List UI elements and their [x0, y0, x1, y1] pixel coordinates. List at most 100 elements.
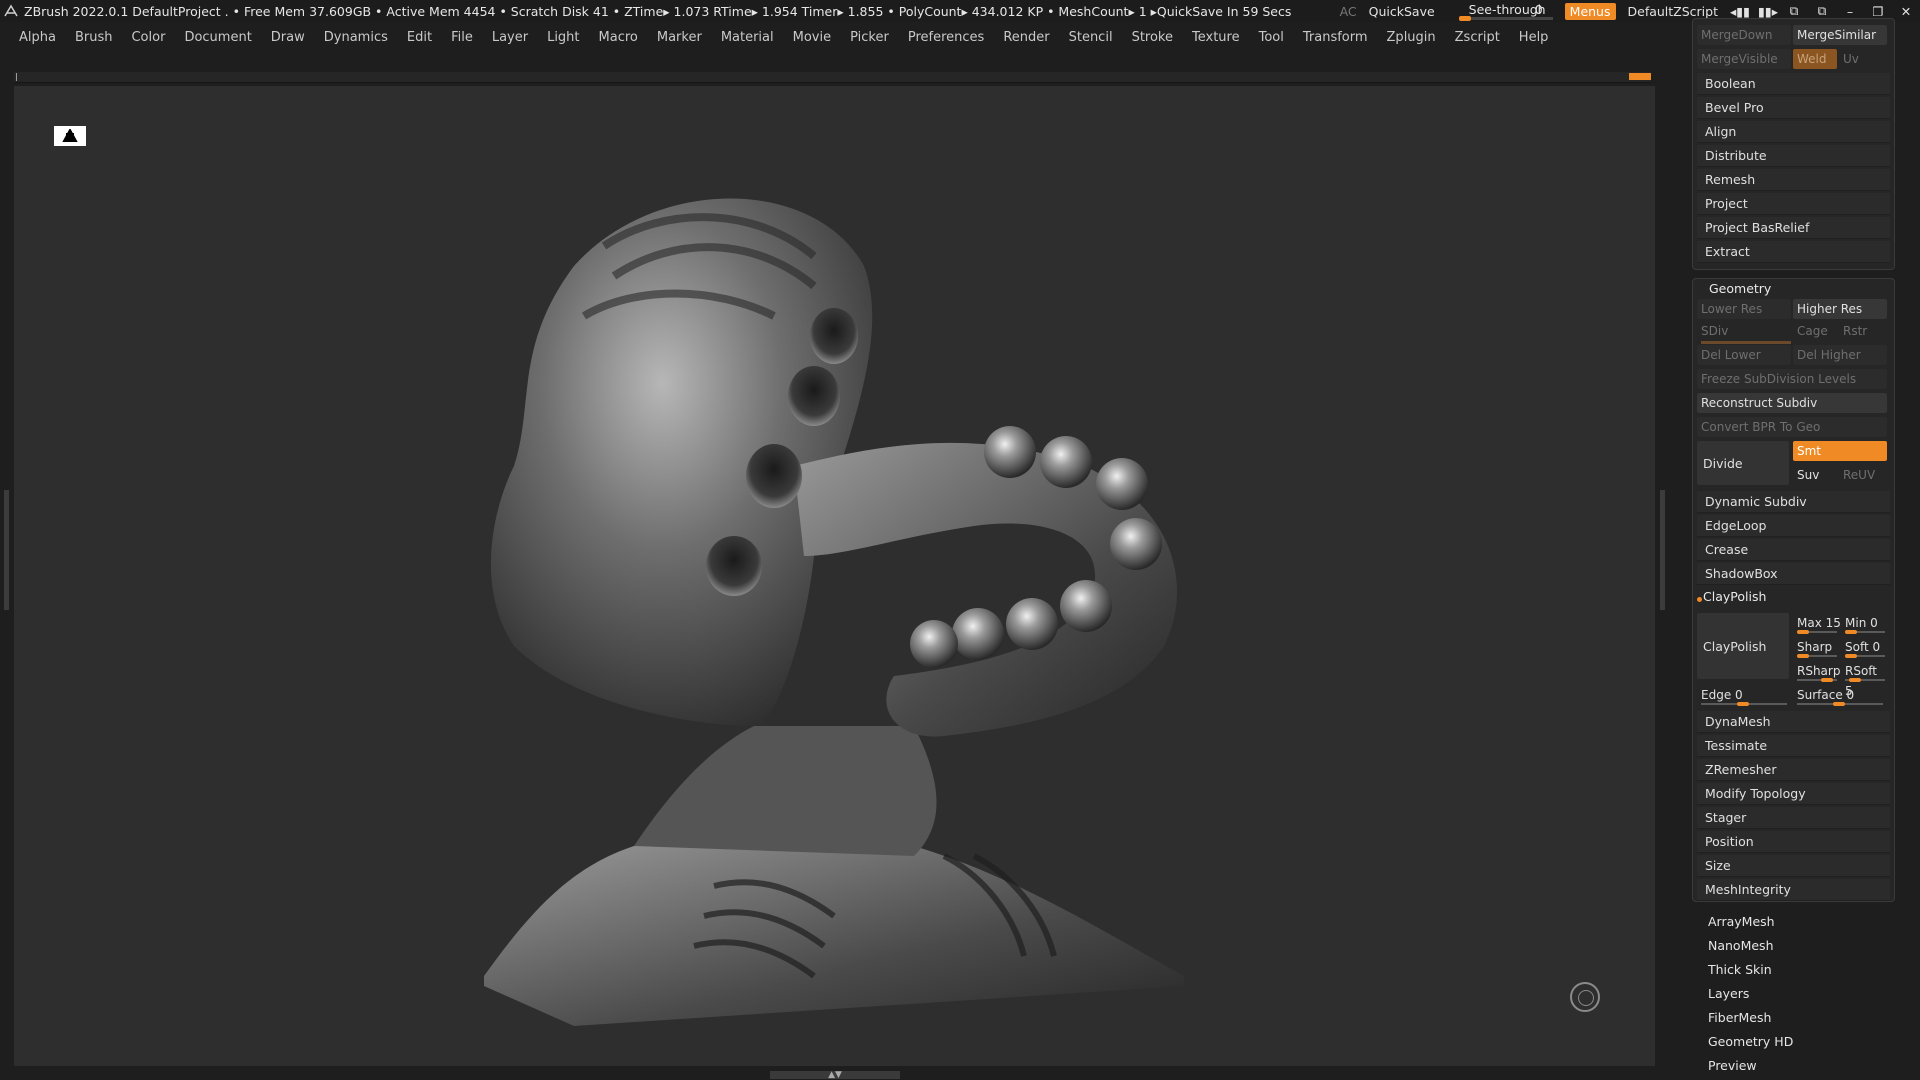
- tool-arraymesh[interactable]: ArrayMesh: [1708, 914, 1775, 929]
- geometry-shadowbox[interactable]: ShadowBox: [1697, 563, 1890, 585]
- tool-preview[interactable]: Preview: [1708, 1058, 1757, 1073]
- canvas-viewport[interactable]: [14, 86, 1655, 1066]
- geometry-size[interactable]: Size: [1697, 855, 1890, 877]
- menu-draw[interactable]: Draw: [271, 30, 305, 45]
- layout-cycle-left-icon[interactable]: ◂▮▮: [1730, 4, 1750, 19]
- geometry-crease[interactable]: Crease: [1697, 539, 1890, 561]
- cage-button[interactable]: Cage: [1793, 321, 1837, 341]
- navigation-gizmo-icon[interactable]: [1570, 982, 1600, 1012]
- freeze-subdivision-button[interactable]: Freeze SubDivision Levels: [1697, 369, 1887, 389]
- geometry-header[interactable]: Geometry: [1709, 281, 1771, 296]
- divide-button[interactable]: Divide: [1697, 441, 1789, 485]
- geometry-zremesher[interactable]: ZRemesher: [1697, 759, 1890, 781]
- lower-res-button[interactable]: Lower Res: [1697, 299, 1791, 319]
- menu-macro[interactable]: Macro: [599, 30, 638, 45]
- menu-transform[interactable]: Transform: [1303, 30, 1368, 45]
- bottom-tray-handle[interactable]: ▲▼: [770, 1070, 900, 1080]
- menus-toggle-button[interactable]: Menus: [1564, 2, 1616, 20]
- menu-render[interactable]: Render: [1003, 30, 1049, 45]
- min-slider-knob: [1845, 630, 1857, 634]
- geometry-meshintegrity[interactable]: MeshIntegrity: [1697, 879, 1890, 901]
- suv-toggle[interactable]: Suv: [1793, 465, 1837, 485]
- higher-res-button[interactable]: Higher Res: [1793, 299, 1887, 319]
- tool-thick-skin[interactable]: Thick Skin: [1708, 962, 1772, 977]
- quicksave-button[interactable]: QuickSave: [1369, 4, 1435, 19]
- see-through-slider[interactable]: See-through 0: [1458, 2, 1553, 21]
- del-lower-button[interactable]: Del Lower: [1697, 345, 1791, 365]
- menu-movie[interactable]: Movie: [793, 30, 831, 45]
- menu-zscript[interactable]: Zscript: [1455, 30, 1500, 45]
- menu-file[interactable]: File: [451, 30, 473, 45]
- merge-similar-button[interactable]: MergeSimilar: [1793, 25, 1887, 45]
- minimize-icon[interactable]: –: [1842, 4, 1858, 19]
- ac-button[interactable]: AC: [1340, 4, 1357, 19]
- merge-down-button[interactable]: MergeDown: [1697, 25, 1791, 45]
- menu-bar: Alpha Brush Color Document Draw Dynamics Edit F…: [0, 26, 1548, 48]
- default-zscript-button[interactable]: DefaultZScript: [1628, 4, 1719, 19]
- reuv-toggle[interactable]: ReUV: [1839, 465, 1887, 485]
- convert-bpr-button[interactable]: Convert BPR To Geo: [1697, 417, 1887, 437]
- weld-toggle[interactable]: Weld: [1793, 49, 1837, 69]
- perspective-icon[interactable]: [54, 126, 86, 146]
- geometry-stager[interactable]: Stager: [1697, 807, 1890, 829]
- geometry-dynamesh[interactable]: DynaMesh: [1697, 711, 1890, 733]
- menu-help[interactable]: Help: [1519, 30, 1549, 45]
- menu-edit[interactable]: Edit: [407, 30, 432, 45]
- geometry-edgeloop[interactable]: EdgeLoop: [1697, 515, 1890, 537]
- menu-marker[interactable]: Marker: [657, 30, 702, 45]
- menu-texture[interactable]: Texture: [1192, 30, 1240, 45]
- claypolish-button[interactable]: ClayPolish: [1697, 613, 1789, 679]
- tool-fibermesh[interactable]: FiberMesh: [1708, 1010, 1771, 1025]
- restore-icon[interactable]: ❐: [1870, 4, 1886, 19]
- geometry-position[interactable]: Position: [1697, 831, 1890, 853]
- menu-alpha[interactable]: Alpha: [19, 30, 56, 45]
- del-higher-button[interactable]: Del Higher: [1793, 345, 1887, 365]
- subtool-boolean[interactable]: Boolean: [1697, 73, 1890, 95]
- menu-preferences[interactable]: Preferences: [908, 30, 984, 45]
- geometry-tessimate[interactable]: Tessimate: [1697, 735, 1890, 757]
- ui-layout-alt-icon[interactable]: ⧉: [1814, 3, 1830, 19]
- menu-layer[interactable]: Layer: [492, 30, 528, 45]
- left-tray-handle[interactable]: [4, 490, 9, 610]
- subtool-project-basrelief[interactable]: Project BasRelief: [1697, 217, 1890, 239]
- menu-light[interactable]: Light: [547, 30, 579, 45]
- close-icon[interactable]: ✕: [1898, 4, 1914, 19]
- menu-brush[interactable]: Brush: [75, 30, 113, 45]
- tool-geometry-hd[interactable]: Geometry HD: [1708, 1034, 1793, 1049]
- timeline-marker[interactable]: [1629, 73, 1651, 80]
- menu-document[interactable]: Document: [184, 30, 251, 45]
- tool-layers[interactable]: Layers: [1708, 986, 1749, 1001]
- geometry-dynamic-subdiv[interactable]: Dynamic Subdiv: [1697, 491, 1890, 513]
- menu-color[interactable]: Color: [131, 30, 165, 45]
- claypolish-header[interactable]: ClayPolish: [1703, 589, 1766, 604]
- subtool-distribute[interactable]: Distribute: [1697, 145, 1890, 167]
- reconstruct-subdiv-button[interactable]: Reconstruct Subdiv: [1697, 393, 1887, 413]
- menu-dynamics[interactable]: Dynamics: [324, 30, 388, 45]
- subtool-bevel-pro[interactable]: Bevel Pro: [1697, 97, 1890, 119]
- menu-material[interactable]: Material: [721, 30, 774, 45]
- rstr-button[interactable]: Rstr: [1839, 321, 1887, 341]
- menu-picker[interactable]: Picker: [850, 30, 889, 45]
- menu-stroke[interactable]: Stroke: [1132, 30, 1173, 45]
- ui-layout-icon[interactable]: ⧉: [1786, 3, 1802, 19]
- subtool-extract[interactable]: Extract: [1697, 241, 1890, 263]
- uv-toggle[interactable]: Uv: [1839, 49, 1887, 69]
- subtool-project[interactable]: Project: [1697, 193, 1890, 215]
- rsharp-slider[interactable]: RSharp: [1793, 661, 1841, 681]
- subtool-panel: MergeDown MergeSimilar MergeVisible Weld…: [1692, 18, 1895, 270]
- sdiv-slider[interactable]: SDiv: [1697, 321, 1791, 341]
- see-through-knob[interactable]: [1458, 16, 1471, 21]
- smt-toggle[interactable]: Smt: [1793, 441, 1887, 461]
- menu-tool[interactable]: Tool: [1259, 30, 1284, 45]
- geometry-modify-topology[interactable]: Modify Topology: [1697, 783, 1890, 805]
- merge-visible-button[interactable]: MergeVisible: [1697, 49, 1791, 69]
- menu-stencil[interactable]: Stencil: [1069, 30, 1113, 45]
- tool-nanomesh[interactable]: NanoMesh: [1708, 938, 1774, 953]
- subtool-remesh[interactable]: Remesh: [1697, 169, 1890, 191]
- right-tray-handle[interactable]: [1660, 490, 1665, 610]
- subtool-align[interactable]: Align: [1697, 121, 1890, 143]
- timeline-track[interactable]: [14, 72, 1651, 83]
- menu-zplugin[interactable]: Zplugin: [1387, 30, 1436, 45]
- layout-cycle-right-icon[interactable]: ▮▮▸: [1758, 4, 1778, 19]
- rsoft-slider[interactable]: RSoft 5: [1841, 661, 1887, 698]
